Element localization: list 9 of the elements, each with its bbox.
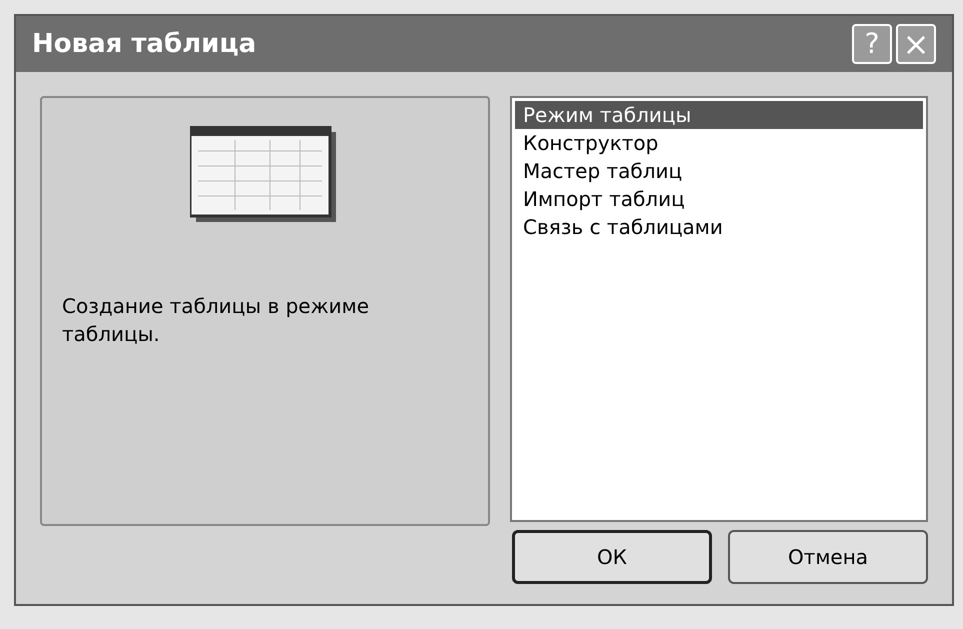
list-item[interactable]: Импорт таблиц: [515, 185, 923, 213]
window-title: Новая таблица: [32, 28, 256, 60]
dialog-button[interactable]: ОК: [512, 530, 712, 584]
list-item[interactable]: Конструктор: [515, 129, 923, 157]
description-text: Создание таблицы в режиме таблицы.: [62, 293, 370, 348]
list-item[interactable]: Режим таблицы: [515, 101, 923, 129]
list-item[interactable]: Мастер таблиц: [515, 157, 923, 185]
list-item[interactable]: Связь с таблицами: [515, 213, 923, 241]
dialog-button[interactable]: Отмена: [728, 530, 928, 584]
